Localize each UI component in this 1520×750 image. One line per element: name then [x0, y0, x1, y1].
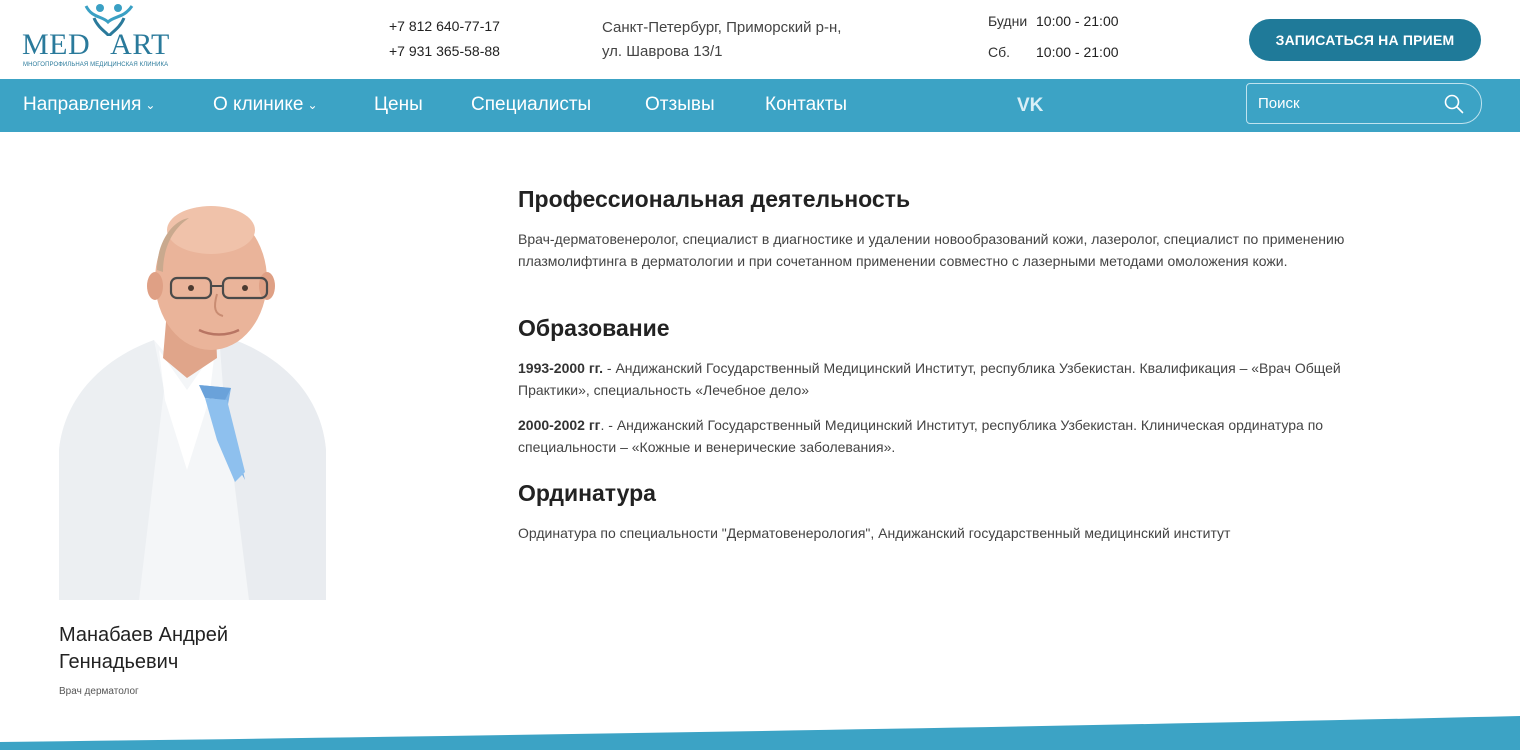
search-input[interactable]	[1258, 95, 1428, 112]
nav-item-label: Направления	[23, 94, 142, 115]
section-title-professional: Профессиональная деятельность	[518, 186, 911, 212]
header: MED ART МНОГОПРОФИЛЬНАЯ МЕДИЦИНСКАЯ КЛИНИ…	[0, 0, 1520, 79]
phone-list: +7 812 640-77-17 +7 931 365-58-88	[389, 14, 500, 64]
section-title-residency: Ординатура	[518, 480, 656, 506]
residency-text: Ординатура по специальности "Дерматовене…	[518, 525, 1231, 541]
chevron-down-icon: ⌄	[145, 98, 156, 112]
nav-item-about[interactable]: О клинике ⌄	[213, 79, 318, 132]
logo-wordmark: MED ART	[22, 28, 170, 61]
education-years: 2000-2002 гг	[518, 417, 601, 433]
logo-tagline: МНОГОПРОФИЛЬНАЯ МЕДИЦИНСКАЯ КЛИНИКА	[23, 62, 169, 68]
hours-time: 10:00 - 21:00	[1036, 13, 1119, 29]
education-years: 1993-2000 гг.	[518, 360, 603, 376]
nav-item-label: О клинике	[213, 94, 304, 115]
chevron-down-icon: ⌄	[307, 98, 318, 112]
logo[interactable]: MED ART МНОГОПРОФИЛЬНАЯ МЕДИЦИНСКАЯ КЛИНИ…	[22, 2, 182, 72]
phone-link[interactable]: +7 931 365-58-88	[389, 39, 500, 64]
vk-icon[interactable]: VK	[1016, 94, 1046, 114]
nav-item-prices[interactable]: Цены	[374, 79, 423, 132]
hours-row: Будни 10:00 - 21:00	[988, 10, 1119, 41]
address-line: ул. Шаврова 13/1	[602, 43, 723, 60]
phone-link[interactable]: +7 812 640-77-17	[389, 14, 500, 39]
nav-item-specialists[interactable]: Специалисты	[471, 79, 591, 132]
section-title-education: Образование	[518, 315, 670, 341]
hours-row: Сб. 10:00 - 21:00	[988, 41, 1119, 72]
education-item: 1993-2000 гг. - Андижанский Государствен…	[518, 358, 1368, 401]
address-line: Санкт-Петербург, Приморский р-н,	[602, 19, 842, 36]
doctor-portrait-illustration	[59, 206, 326, 600]
education-text: - Андижанский Государственный Медицински…	[518, 360, 1341, 398]
hours-day: Будни	[988, 13, 1028, 29]
search-box	[1246, 83, 1482, 124]
nav-item-reviews[interactable]: Отзывы	[645, 79, 715, 132]
doctor-photo	[59, 200, 326, 600]
hours-day: Сб.	[988, 44, 1011, 60]
doctor-role: Врач дерматолог	[59, 686, 139, 697]
education-item: 2000-2002 гг. - Андижанский Государствен…	[518, 415, 1368, 458]
professional-text: Врач-дерматовенеролог, специалист в диаг…	[518, 231, 1345, 269]
nav-item-directions[interactable]: Направления ⌄	[23, 79, 155, 132]
nav-item-contacts[interactable]: Контакты	[765, 79, 847, 132]
clinic-address: Санкт-Петербург, Приморский р-н, ул. Шав…	[602, 16, 841, 64]
book-appointment-button[interactable]: ЗАПИСАТЬСЯ НА ПРИЕМ	[1249, 19, 1481, 61]
hours-time: 10:00 - 21:00	[1036, 44, 1119, 60]
svg-text:VK: VK	[1017, 95, 1044, 114]
footer-wave-decoration	[0, 716, 1520, 750]
opening-hours: Будни 10:00 - 21:00 Сб. 10:00 - 21:00	[988, 10, 1119, 72]
search-icon[interactable]	[1444, 94, 1464, 114]
doctor-name: Манабаев Андрей Геннадьевич	[59, 624, 229, 673]
education-text: . - Андижанский Государственный Медицинс…	[518, 417, 1324, 455]
